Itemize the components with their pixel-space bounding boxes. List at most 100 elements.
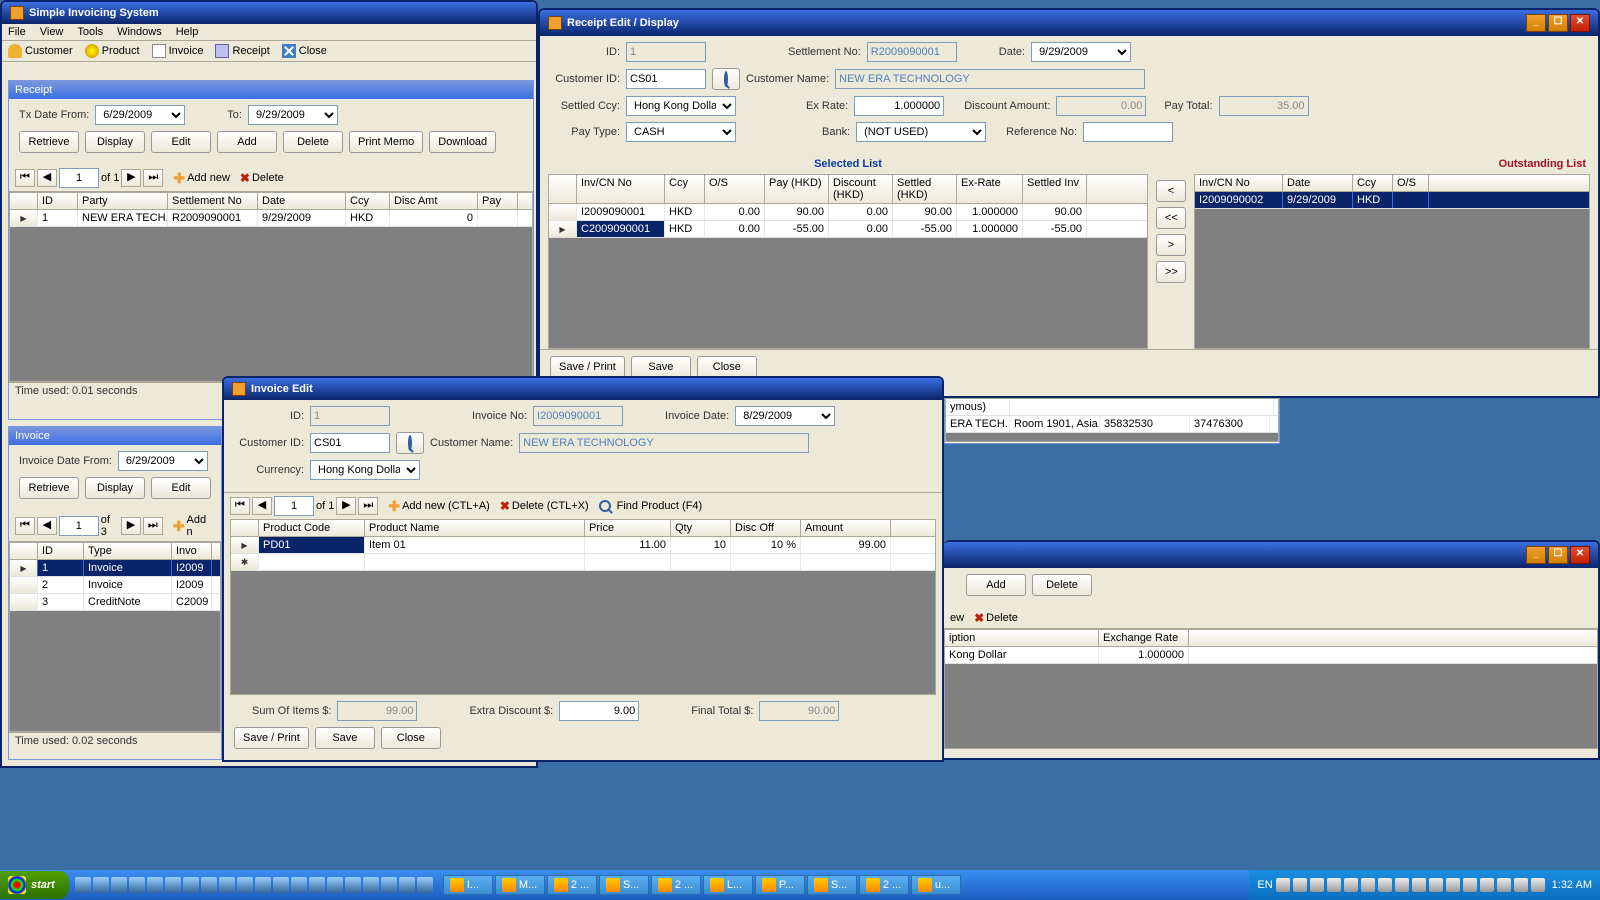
ie-currency-field[interactable]: Hong Kong Dollar (310, 460, 420, 480)
task-item[interactable]: I... (443, 875, 493, 895)
ql-icon[interactable] (93, 877, 109, 893)
ie-line-row[interactable]: PD01 Item 01 11.00 10 10 % 99.00 (231, 537, 935, 554)
ie-save-print-button[interactable]: Save / Print (234, 727, 309, 749)
move-all-left-button[interactable]: << (1156, 207, 1186, 229)
tray-icon[interactable] (1463, 878, 1477, 892)
nav-last[interactable]: ⏭ (143, 169, 163, 187)
selected-row[interactable]: I2009090001 HKD 0.00 90.00 0.00 90.00 1.… (549, 204, 1147, 221)
selected-row[interactable]: C2009090001 HKD 0.00 -55.00 0.00 -55.00 … (549, 221, 1147, 238)
task-item[interactable]: u... (911, 875, 961, 895)
col-ccy[interactable]: Ccy (346, 193, 390, 209)
ql-icon[interactable] (129, 877, 145, 893)
tb-receipt[interactable]: Receipt (215, 44, 269, 58)
ie-close-button[interactable]: Close (381, 727, 441, 749)
retrieve-button[interactable]: Retrieve (19, 131, 79, 153)
task-item[interactable]: P... (755, 875, 805, 895)
lang-indicator[interactable]: EN (1257, 879, 1272, 891)
task-item[interactable]: 2 ... (547, 875, 597, 895)
task-item[interactable]: L... (703, 875, 753, 895)
tray-icon[interactable] (1276, 878, 1290, 892)
ql-icon[interactable] (147, 877, 163, 893)
ql-icon[interactable] (255, 877, 271, 893)
ql-icon[interactable] (309, 877, 325, 893)
extra-field[interactable] (559, 701, 639, 721)
lookup-customer-button[interactable] (712, 68, 740, 90)
nav-first[interactable]: ⏮ (230, 497, 250, 515)
tb-product[interactable]: Product (85, 44, 140, 58)
tray-icon[interactable] (1531, 878, 1545, 892)
nav-pos[interactable] (59, 516, 99, 536)
maximize-button[interactable]: ☐ (1548, 546, 1568, 564)
nav-last[interactable]: ⏭ (358, 497, 378, 515)
tray-icon[interactable] (1310, 878, 1324, 892)
nav-pos[interactable] (59, 168, 99, 188)
tray-icon[interactable] (1497, 878, 1511, 892)
outstanding-row[interactable]: I2009090002 9/29/2009 HKD (1195, 192, 1589, 209)
move-right-button[interactable]: > (1156, 234, 1186, 256)
edit-button[interactable]: Edit (151, 131, 211, 153)
ql-icon[interactable] (273, 877, 289, 893)
tray-icon[interactable] (1480, 878, 1494, 892)
nav-prev[interactable]: ◀ (252, 497, 272, 515)
nav-prev[interactable]: ◀ (37, 169, 57, 187)
maximize-button[interactable]: ☐ (1548, 14, 1568, 32)
ql-icon[interactable] (345, 877, 361, 893)
ql-icon[interactable] (219, 877, 235, 893)
ql-icon[interactable] (75, 877, 91, 893)
cust-row[interactable]: ERA TECH... Room 1901, Asia... 35832530 … (946, 416, 1278, 433)
nav-prev[interactable]: ◀ (37, 517, 57, 535)
tray-icon[interactable] (1395, 878, 1409, 892)
menu-windows[interactable]: Windows (117, 26, 162, 38)
re-date-field[interactable]: 9/29/2009 (1031, 42, 1131, 62)
ie-lines-grid[interactable]: Product Code Product Name Price Qty Disc… (230, 519, 936, 695)
outstanding-grid[interactable]: Inv/CN No Date Ccy O/S I2009090002 9/29/… (1194, 174, 1590, 349)
nav-first[interactable]: ⏮ (15, 517, 35, 535)
move-all-right-button[interactable]: >> (1156, 261, 1186, 283)
cust-row[interactable]: ymous) (946, 399, 1278, 416)
tray-icon[interactable] (1514, 878, 1528, 892)
ie-lookup-customer-button[interactable] (396, 432, 424, 454)
menu-tools[interactable]: Tools (77, 26, 103, 38)
re-save-button[interactable]: Save (631, 356, 691, 378)
tray-icon[interactable] (1378, 878, 1392, 892)
col-type[interactable]: Type (84, 543, 172, 559)
re-refno-field[interactable] (1083, 122, 1173, 142)
close-button[interactable]: ✕ (1570, 546, 1590, 564)
col-pay[interactable]: Pay (478, 193, 518, 209)
re-paytype-field[interactable]: CASH (626, 122, 736, 142)
receipt-row[interactable]: 1 NEW ERA TECH... R2009090001 9/29/2009 … (10, 210, 532, 227)
tx-date-from[interactable]: 6/29/2009 (95, 105, 185, 125)
tray-icon[interactable] (1327, 878, 1341, 892)
tb-invoice[interactable]: Invoice (152, 44, 204, 58)
ql-icon[interactable] (363, 877, 379, 893)
task-item[interactable]: S... (599, 875, 649, 895)
task-item[interactable]: M... (495, 875, 545, 895)
move-left-button[interactable]: < (1156, 180, 1186, 202)
selected-grid[interactable]: Inv/CN No Ccy O/S Pay (HKD) Discount (HK… (548, 174, 1148, 349)
re-ccy-field[interactable]: Hong Kong Dollar (626, 96, 736, 116)
download-button[interactable]: Download (429, 131, 496, 153)
ie-invdate-field[interactable]: 8/29/2009 (735, 406, 835, 426)
menu-view[interactable]: View (40, 26, 64, 38)
nav-next[interactable]: ▶ (121, 517, 141, 535)
re-close-button[interactable]: Close (697, 356, 757, 378)
ql-icon[interactable] (183, 877, 199, 893)
col-party[interactable]: Party (78, 193, 168, 209)
minimize-button[interactable]: _ (1526, 546, 1546, 564)
tb-customer[interactable]: Customer (8, 44, 73, 58)
nav-pos[interactable] (274, 496, 314, 516)
task-item[interactable]: 2 ... (859, 875, 909, 895)
sec-add-button[interactable]: Add (966, 574, 1026, 596)
ql-icon[interactable] (417, 877, 433, 893)
print-memo-button[interactable]: Print Memo (349, 131, 423, 153)
col-settle[interactable]: Settlement No (168, 193, 258, 209)
sec-nav-delete[interactable]: ✖Delete (974, 611, 1018, 625)
inv-retrieve-button[interactable]: Retrieve (19, 477, 79, 499)
start-button[interactable]: start (0, 871, 69, 899)
tray-icon[interactable] (1293, 878, 1307, 892)
nav-addnew[interactable]: ✚Add new (173, 170, 230, 187)
col-inv[interactable]: Invo (172, 543, 212, 559)
nav-addnew[interactable]: ✚Add new (CTL+A) (388, 498, 489, 515)
inv-date-from[interactable]: 6/29/2009 (118, 451, 208, 471)
sec-row[interactable]: Kong Dollar 1.000000 (945, 647, 1597, 664)
